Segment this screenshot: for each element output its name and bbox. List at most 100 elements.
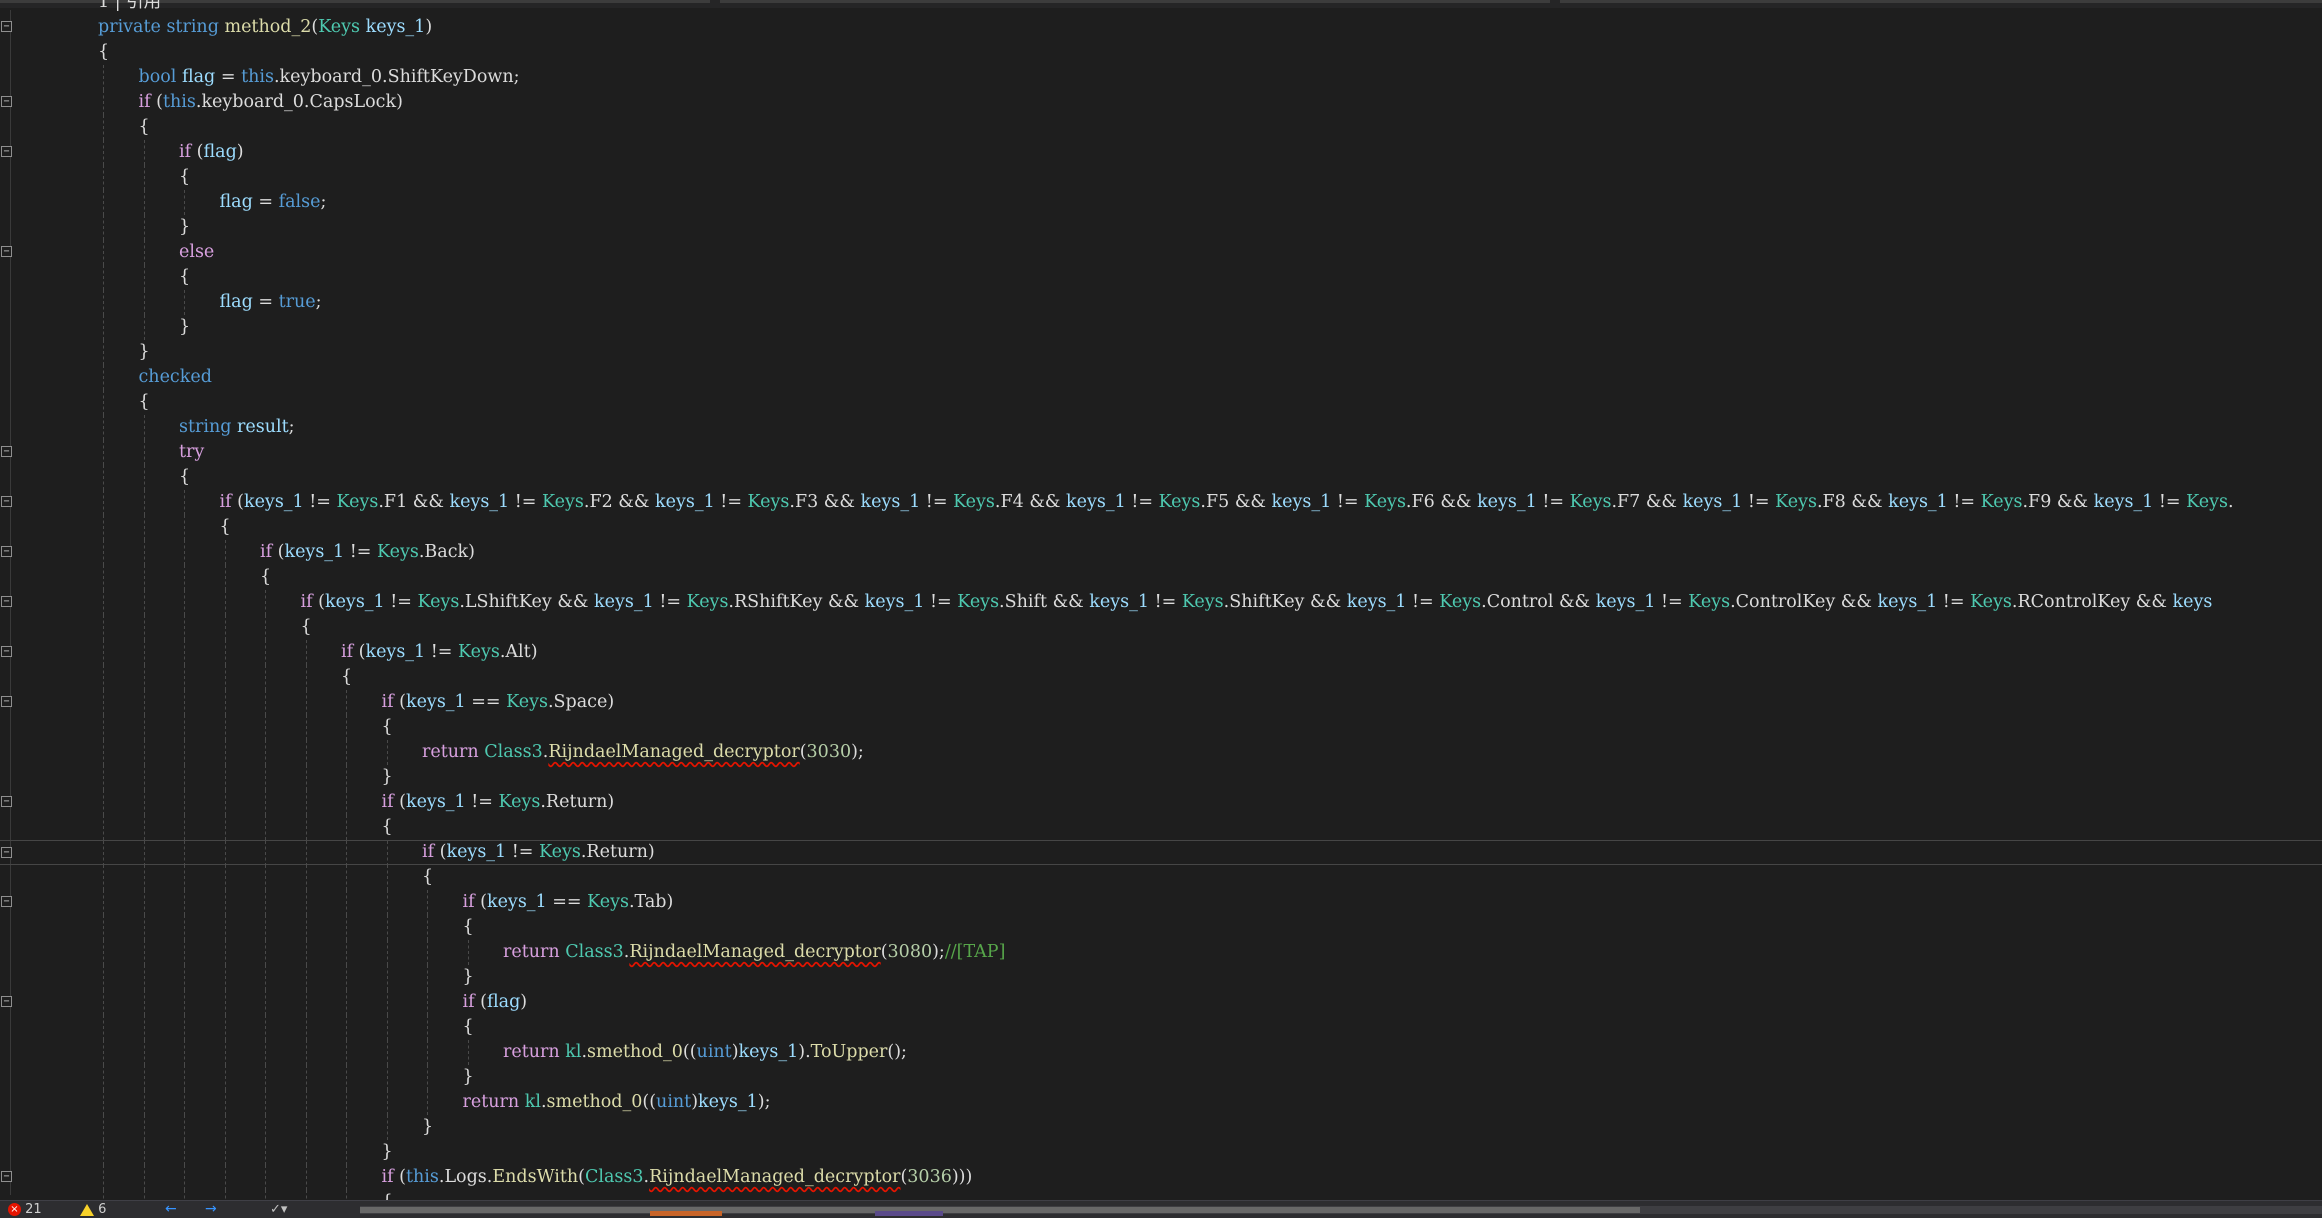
- indent-guide: [103, 190, 104, 215]
- code-line[interactable]: − try: [0, 440, 2322, 465]
- code-line[interactable]: }: [0, 965, 2322, 990]
- code-line[interactable]: − if (this.keyboard_0.CapsLock): [0, 90, 2322, 115]
- fold-collapse-icon[interactable]: −: [1, 146, 12, 157]
- code-token: F8: [1822, 492, 1846, 512]
- code-text: {: [179, 465, 190, 490]
- code-line[interactable]: }: [0, 765, 2322, 790]
- indent-guide: [346, 940, 347, 965]
- indent-guide: [143, 1040, 145, 1065]
- code-token: keys_1: [1595, 592, 1656, 612]
- code-line[interactable]: − if (keys_1 != Keys.Return): [0, 840, 2322, 866]
- code-token: !=: [384, 592, 418, 612]
- indent-guide: [305, 1190, 307, 1200]
- code-line[interactable]: − if (flag): [0, 140, 2322, 165]
- fold-collapse-icon[interactable]: −: [1, 546, 12, 557]
- indent-guide: [103, 1115, 104, 1140]
- code-line[interactable]: {: [0, 565, 2322, 590]
- code-lines[interactable]: 1 | 引用 − private string method_2(Keys keys…: [0, 0, 2322, 1200]
- error-squiggle-token: RijndaelManaged_decryptor: [649, 1167, 901, 1187]
- code-line[interactable]: {: [0, 1015, 2322, 1040]
- fold-collapse-icon[interactable]: −: [1, 446, 12, 457]
- code-line[interactable]: {: [0, 715, 2322, 740]
- code-line[interactable]: }: [0, 340, 2322, 365]
- fold-collapse-icon[interactable]: −: [1, 596, 12, 607]
- code-line[interactable]: − if (keys_1 != Keys.Alt): [0, 640, 2322, 665]
- code-line[interactable]: }: [0, 315, 2322, 340]
- indent-guide: [305, 740, 307, 765]
- code-editor[interactable]: 1 | 引用 − private string method_2(Keys keys…: [0, 0, 2322, 1200]
- indent-guide: [143, 841, 145, 866]
- code-line[interactable]: {: [0, 390, 2322, 415]
- code-line[interactable]: checked: [0, 365, 2322, 390]
- navigate-forward-icon[interactable]: →: [205, 1201, 217, 1218]
- warning-indicator[interactable]: 6: [80, 1201, 106, 1218]
- code-line[interactable]: return kl.smethod_0((uint)keys_1);: [0, 1090, 2322, 1115]
- code-line[interactable]: {: [0, 615, 2322, 640]
- code-line[interactable]: {: [0, 115, 2322, 140]
- indent-guide: [305, 815, 307, 840]
- code-line[interactable]: {: [0, 465, 2322, 490]
- code-line[interactable]: {: [0, 165, 2322, 190]
- fold-collapse-icon[interactable]: −: [1, 96, 12, 107]
- indent-guide: [143, 265, 145, 290]
- fold-collapse-icon[interactable]: −: [1, 246, 12, 257]
- code-line[interactable]: − if (this.Logs.EndsWith(Class3.RijndaelM…: [0, 1165, 2322, 1190]
- code-line[interactable]: }: [0, 215, 2322, 240]
- code-token: checked: [138, 367, 212, 387]
- scrollbar-thumb[interactable]: [360, 1207, 1640, 1213]
- code-text: if (keys_1 == Keys.Tab): [463, 890, 674, 915]
- code-line[interactable]: − if (keys_1 == Keys.Space): [0, 690, 2322, 715]
- fold-collapse-icon[interactable]: −: [1, 496, 12, 507]
- fold-collapse-icon[interactable]: −: [1, 996, 12, 1007]
- code-line[interactable]: − if (keys_1 != Keys.F1 && keys_1 != Keys…: [0, 490, 2322, 515]
- code-line[interactable]: return Class3.RijndaelManaged_decryptor(…: [0, 740, 2322, 765]
- code-line[interactable]: − if (keys_1 != Keys.LShiftKey && keys_1 …: [0, 590, 2322, 615]
- code-line[interactable]: {: [0, 265, 2322, 290]
- code-line[interactable]: − if (keys_1 != Keys.Back): [0, 540, 2322, 565]
- fold-collapse-icon[interactable]: −: [1, 847, 12, 858]
- code-line[interactable]: {: [0, 665, 2322, 690]
- fold-collapse-icon[interactable]: −: [1, 1171, 12, 1182]
- code-line[interactable]: {: [0, 815, 2322, 840]
- code-line[interactable]: − if (keys_1 != Keys.Return): [0, 790, 2322, 815]
- code-line[interactable]: flag = false;: [0, 190, 2322, 215]
- indent-guide: [224, 1190, 226, 1200]
- fold-collapse-icon[interactable]: −: [1, 646, 12, 657]
- indent-guide: [103, 165, 104, 190]
- code-line[interactable]: − else: [0, 240, 2322, 265]
- indent-guide: [427, 890, 428, 915]
- code-token: {: [341, 667, 353, 687]
- code-line[interactable]: − private string method_2(Keys keys_1): [0, 15, 2322, 40]
- code-line[interactable]: bool flag = this.keyboard_0.ShiftKeyDown…: [0, 65, 2322, 90]
- code-line[interactable]: − if (keys_1 == Keys.Tab): [0, 890, 2322, 915]
- indent-guide: [224, 790, 226, 815]
- code-line[interactable]: {: [0, 1190, 2322, 1200]
- code-line[interactable]: return kl.smethod_0((uint)keys_1).ToUppe…: [0, 1040, 2322, 1065]
- code-line[interactable]: }: [0, 1140, 2322, 1165]
- error-indicator[interactable]: × 21: [8, 1201, 42, 1218]
- code-token: .: [2227, 492, 2234, 512]
- code-line[interactable]: {: [0, 40, 2322, 65]
- fold-collapse-icon[interactable]: −: [1, 696, 12, 707]
- fold-collapse-icon[interactable]: −: [1, 21, 12, 32]
- indent-guide: [184, 490, 185, 515]
- indent-guide: [224, 940, 226, 965]
- code-line[interactable]: {: [0, 865, 2322, 890]
- code-line[interactable]: {: [0, 915, 2322, 940]
- code-line[interactable]: − if (flag): [0, 990, 2322, 1015]
- fold-collapse-icon[interactable]: −: [1, 796, 12, 807]
- code-cleanup-icon[interactable]: ✓▾: [270, 1201, 287, 1218]
- code-token: ;: [315, 292, 322, 312]
- code-line[interactable]: {: [0, 515, 2322, 540]
- fold-collapse-icon[interactable]: −: [1, 896, 12, 907]
- code-line[interactable]: }: [0, 1065, 2322, 1090]
- navigate-back-icon[interactable]: ←: [165, 1201, 177, 1218]
- code-text: if (keys_1 != Keys.Alt): [341, 640, 538, 665]
- indent-guide: [184, 1115, 185, 1140]
- code-line[interactable]: 1 | 引用: [0, 0, 2322, 15]
- indent-guide: [224, 815, 226, 840]
- code-line[interactable]: flag = true;: [0, 290, 2322, 315]
- code-line[interactable]: string result;: [0, 415, 2322, 440]
- code-line[interactable]: return Class3.RijndaelManaged_decryptor(…: [0, 940, 2322, 965]
- code-line[interactable]: }: [0, 1115, 2322, 1140]
